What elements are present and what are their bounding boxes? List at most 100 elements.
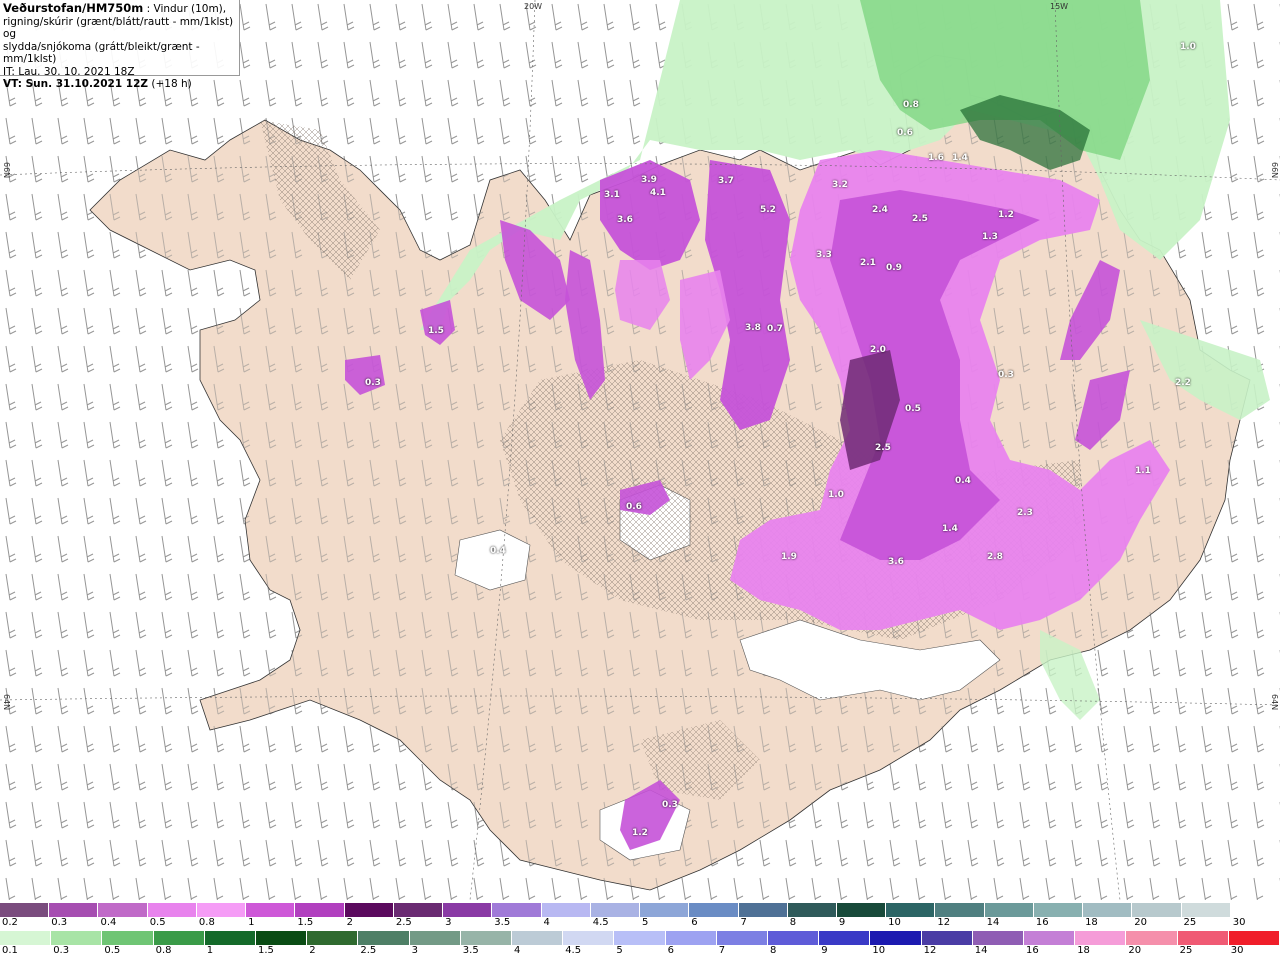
legend-rain-swatch bbox=[1126, 931, 1178, 945]
forecast-offset: (+18 h) bbox=[148, 78, 192, 90]
legend-snow-label: 0.4 bbox=[100, 917, 117, 928]
legend-snow-bar bbox=[0, 903, 1280, 917]
map-value-label: 1.6 bbox=[928, 153, 944, 163]
legend-snow-label: 4 bbox=[543, 917, 550, 928]
legend-snow-swatch bbox=[935, 903, 985, 917]
map-value-label: 2.5 bbox=[875, 443, 891, 453]
map-value-label: 0.7 bbox=[767, 324, 783, 334]
map-value-label: 3.9 bbox=[641, 175, 657, 185]
legend-rain-label: 4.5 bbox=[565, 945, 582, 956]
legend-rain-swatch bbox=[204, 931, 257, 945]
legend-rain-swatch bbox=[1177, 931, 1229, 945]
legend-rain-label: 1 bbox=[206, 945, 214, 956]
legend-snow-swatch bbox=[1181, 903, 1231, 917]
map-value-label: 2.5 bbox=[912, 214, 928, 224]
legend-rain-swatch bbox=[51, 931, 103, 945]
map-value-label: 4.1 bbox=[650, 188, 666, 198]
legend-rain-label: 18 bbox=[1077, 945, 1090, 956]
legend-snow-swatch bbox=[98, 903, 148, 917]
legend-rain-label: 9 bbox=[821, 945, 828, 956]
legend-rain-label: 20 bbox=[1128, 945, 1142, 956]
legend-rain-label: 5 bbox=[616, 945, 623, 956]
legend-snow-swatch bbox=[246, 903, 296, 917]
legend-snow-label: 6 bbox=[691, 917, 698, 928]
legend-rain-swatch bbox=[409, 931, 461, 945]
legend-rain-swatch bbox=[921, 931, 973, 945]
map-value-label: 1.2 bbox=[998, 210, 1014, 220]
legend-rain-label: 0.8 bbox=[155, 945, 172, 956]
legend-rain-bar bbox=[0, 931, 1280, 945]
legend-rain-swatch bbox=[768, 931, 820, 945]
legend-snow-swatch bbox=[147, 903, 197, 917]
map-value-label: 3.3 bbox=[816, 250, 832, 260]
legend-snow-label: 0.8 bbox=[198, 917, 215, 928]
map-value-label: 0.4 bbox=[955, 476, 971, 486]
map-value-label: 1.5 bbox=[428, 326, 444, 336]
legend-snow-swatch bbox=[738, 903, 788, 917]
legend-rain-label: 4 bbox=[514, 945, 521, 956]
legend-snow-swatch bbox=[541, 903, 591, 917]
map-subtitle-snow: slydda/snjókoma (grátt/bleikt/grænt - mm… bbox=[3, 40, 200, 66]
legend-rain-label: 16 bbox=[1026, 945, 1039, 956]
lat-label-right-64n: 64N bbox=[1270, 694, 1279, 711]
legend-snow-label: 7 bbox=[740, 917, 747, 928]
legend-rain-labels: 0.1 0.3 0.5 0.8 1 1.5 2 2.5 3 3.5 4 4.5 5 6 7 8 9 10 12 14 1… bbox=[0, 945, 1280, 959]
legend-snow-label: 25 bbox=[1183, 917, 1197, 928]
legend-snow-swatch bbox=[1132, 903, 1182, 917]
legend-snow-label: 0.3 bbox=[51, 917, 68, 928]
map-value-label: 0.4 bbox=[490, 546, 506, 556]
legend-rain-swatch bbox=[1075, 931, 1127, 945]
precipitation-map bbox=[0, 0, 1280, 900]
legend-snow-swatch bbox=[836, 903, 887, 917]
lon-label-15w: 15W bbox=[1050, 2, 1069, 11]
legend-snow-label: 2.5 bbox=[395, 917, 412, 928]
legend-rain-swatch bbox=[614, 931, 666, 945]
legend-rain-label: 0.1 bbox=[2, 945, 18, 956]
legend-rain-swatch bbox=[153, 931, 205, 945]
map-value-label: 0.5 bbox=[905, 404, 921, 414]
legend-rain-label: 2.5 bbox=[360, 945, 377, 956]
legend-snow-swatch bbox=[492, 903, 542, 917]
legend-snow-label: 8 bbox=[789, 917, 797, 928]
legend-rain-label: 14 bbox=[974, 945, 988, 956]
legend-snow-swatch bbox=[1033, 903, 1084, 917]
legend-snow-label: 20 bbox=[1134, 917, 1148, 928]
legend-snow-label: 30 bbox=[1232, 917, 1246, 928]
legend-rain-swatch bbox=[870, 931, 922, 945]
map-value-label: 1.1 bbox=[1135, 466, 1151, 476]
map-title: Veðurstofan/HM750m bbox=[3, 1, 144, 15]
map-value-label: 0.6 bbox=[626, 502, 642, 512]
legend-snow-label: 0.2 bbox=[2, 917, 18, 928]
map-value-label: 2.4 bbox=[872, 205, 888, 215]
legend-rain-label: 30 bbox=[1230, 945, 1244, 956]
map-value-label: 0.3 bbox=[662, 800, 678, 810]
lat-label-right-66n: 66N bbox=[1270, 162, 1279, 179]
map-value-label: 1.2 bbox=[632, 828, 648, 838]
legend-snow-label: 16 bbox=[1035, 917, 1049, 928]
legend-snow-label: 12 bbox=[937, 917, 951, 928]
legend-snow-swatch bbox=[443, 903, 493, 917]
legend-rain-swatch bbox=[256, 931, 308, 945]
legend-snow-label: 9 bbox=[838, 917, 846, 928]
legend-rain-swatch bbox=[665, 931, 717, 945]
legend-rain-label: 10 bbox=[872, 945, 886, 956]
legend-rain-label: 0.5 bbox=[104, 945, 121, 956]
legend-snow-swatch bbox=[886, 903, 936, 917]
map-value-label: 1.4 bbox=[952, 153, 968, 163]
legend-rain-label: 3.5 bbox=[462, 945, 479, 956]
legend-rain-swatch bbox=[102, 931, 154, 945]
map-title-rest: : Vindur (10m), bbox=[143, 3, 227, 15]
legend-snow-swatch bbox=[344, 903, 394, 917]
legend-snow-swatch bbox=[590, 903, 641, 917]
legend-rain-swatch bbox=[307, 931, 359, 945]
map-value-label: 1.0 bbox=[828, 490, 844, 500]
legend-snow-label: 2 bbox=[346, 917, 353, 928]
legend-snow-label: 5 bbox=[642, 917, 649, 928]
map-value-label: 0.9 bbox=[886, 263, 902, 273]
legend-rain-swatch bbox=[716, 931, 769, 945]
legend-snow-label: 14 bbox=[986, 917, 1000, 928]
lon-label-20w: 20W bbox=[524, 2, 543, 11]
legend-rain-swatch bbox=[563, 931, 615, 945]
legend-rain-label: 3 bbox=[411, 945, 418, 956]
legend-snow-label: 0.5 bbox=[149, 917, 166, 928]
